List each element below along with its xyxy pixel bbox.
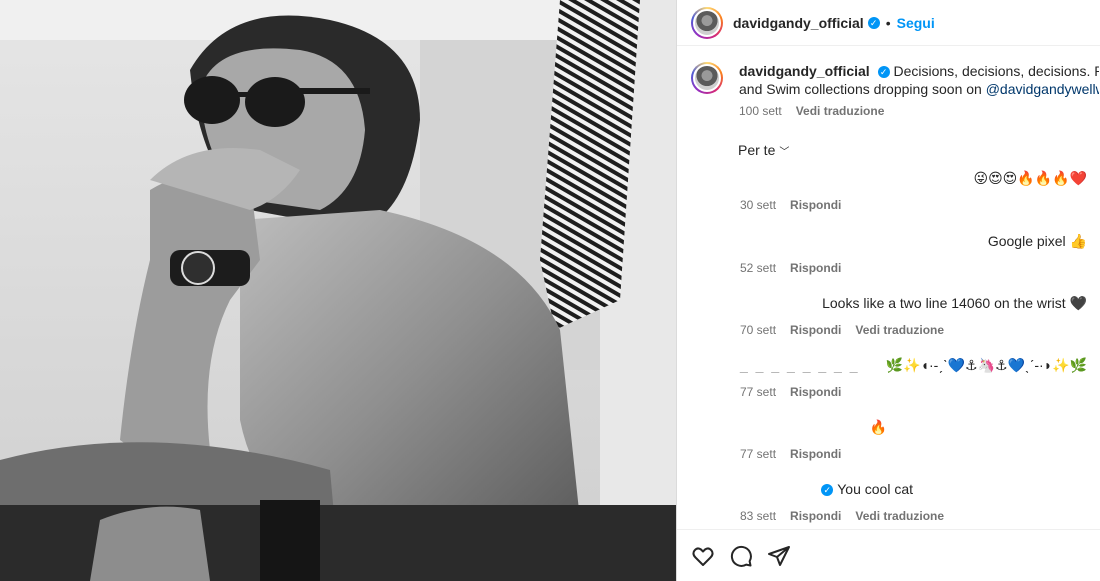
comment-text: _ _ _ _ _ _ _ _ 🌿✨◖·-ˏˋ💙⚓🦄⚓💙ˎˊ-·◗✨🌿 <box>677 357 1100 377</box>
caption-time[interactable]: 100 sett <box>739 104 782 118</box>
comment-item: Looks like a two line 14060 on the wrist… <box>677 295 1100 337</box>
reply-button[interactable]: Rispondi <box>790 323 841 337</box>
see-translation-link[interactable]: Vedi traduzione <box>855 323 944 337</box>
comment-time[interactable]: 70 sett <box>740 323 776 337</box>
comment-item: Google pixel 👍 52 sett Rispondi <box>677 233 1100 275</box>
heart-icon[interactable] <box>691 544 715 568</box>
caption-username[interactable]: davidgandy_official <box>739 63 870 79</box>
comment-item: ✓ You cool cat 83 sett Rispondi Vedi trad… <box>677 481 1100 523</box>
comment-time[interactable]: 30 sett <box>740 198 776 212</box>
see-translation-link[interactable]: Vedi traduzione <box>796 104 885 118</box>
comment-time[interactable]: 52 sett <box>740 261 776 275</box>
avatar[interactable] <box>691 6 723 39</box>
caption-mention[interactable]: @davidgandywellwear <box>986 81 1099 97</box>
comment-icon[interactable] <box>729 544 753 568</box>
comment-text: Looks like a two line 14060 on the wrist… <box>822 295 1087 311</box>
caption-line-1: Decisions, decisions, decisions. Poolsid… <box>893 63 1099 79</box>
caption-meta: 100 sett Vedi traduzione <box>739 104 1100 118</box>
comment-time[interactable]: 77 sett <box>740 447 776 461</box>
comment-time[interactable]: 83 sett <box>740 509 776 523</box>
verified-badge-icon: ✓ <box>821 484 834 497</box>
author-username[interactable]: davidgandy_official <box>733 15 864 31</box>
comment-body: You cool cat <box>837 481 913 497</box>
caption-text: davidgandy_official ✓ Decisions, decisio… <box>739 62 1099 98</box>
post-panel: davidgandy_official ✓ • Segui davidgandy… <box>676 0 1100 581</box>
post-photo[interactable] <box>0 0 676 581</box>
post-header: davidgandy_official ✓ • Segui <box>677 0 1100 46</box>
comment-text: 😜😍😍🔥🔥🔥❤️ <box>973 170 1087 186</box>
comment-item: 😜😍😍🔥🔥🔥❤️ 30 sett Rispondi <box>677 170 1100 212</box>
reply-button[interactable]: Rispondi <box>790 447 841 461</box>
share-icon[interactable] <box>767 544 791 568</box>
comment-sort-dropdown[interactable]: Per te ﹀ <box>738 142 789 158</box>
comment-body: 🌿✨◖·-ˏˋ💙⚓🦄⚓💙ˎˊ-·◗✨🌿 <box>885 357 1087 373</box>
comment-time[interactable]: 77 sett <box>740 385 776 399</box>
comment-item: 🔥 77 sett Rispondi <box>677 419 1100 461</box>
comment-text: ✓ You cool cat <box>677 481 1100 501</box>
follow-button[interactable]: Segui <box>897 15 935 31</box>
comment-item: _ _ _ _ _ _ _ _ 🌿✨◖·-ˏˋ💙⚓🦄⚓💙ˎˊ-·◗✨🌿 77 s… <box>677 357 1100 399</box>
photo-illustration <box>0 0 676 581</box>
reply-button[interactable]: Rispondi <box>790 385 841 399</box>
reply-button[interactable]: Rispondi <box>790 198 841 212</box>
separator-dot: • <box>885 14 891 31</box>
comment-text: 🔥 <box>869 419 887 435</box>
reply-button[interactable]: Rispondi <box>790 509 841 523</box>
see-translation-link[interactable]: Vedi traduzione <box>855 509 944 523</box>
comment-prefix: _ _ _ _ _ _ _ _ <box>740 357 860 373</box>
reply-button[interactable]: Rispondi <box>790 261 841 275</box>
verified-badge-icon: ✓ <box>867 16 880 29</box>
caption-line-2: and Swim collections dropping soon on <box>739 81 982 97</box>
comment-text: Google pixel 👍 <box>987 233 1087 249</box>
chevron-down-icon: ﹀ <box>779 147 790 158</box>
sort-label: Per te <box>738 142 776 158</box>
caption: davidgandy_official ✓ Decisions, decisio… <box>691 62 1100 118</box>
caption-avatar[interactable] <box>691 62 723 94</box>
action-bar <box>677 529 1100 581</box>
verified-badge-icon: ✓ <box>877 66 890 79</box>
